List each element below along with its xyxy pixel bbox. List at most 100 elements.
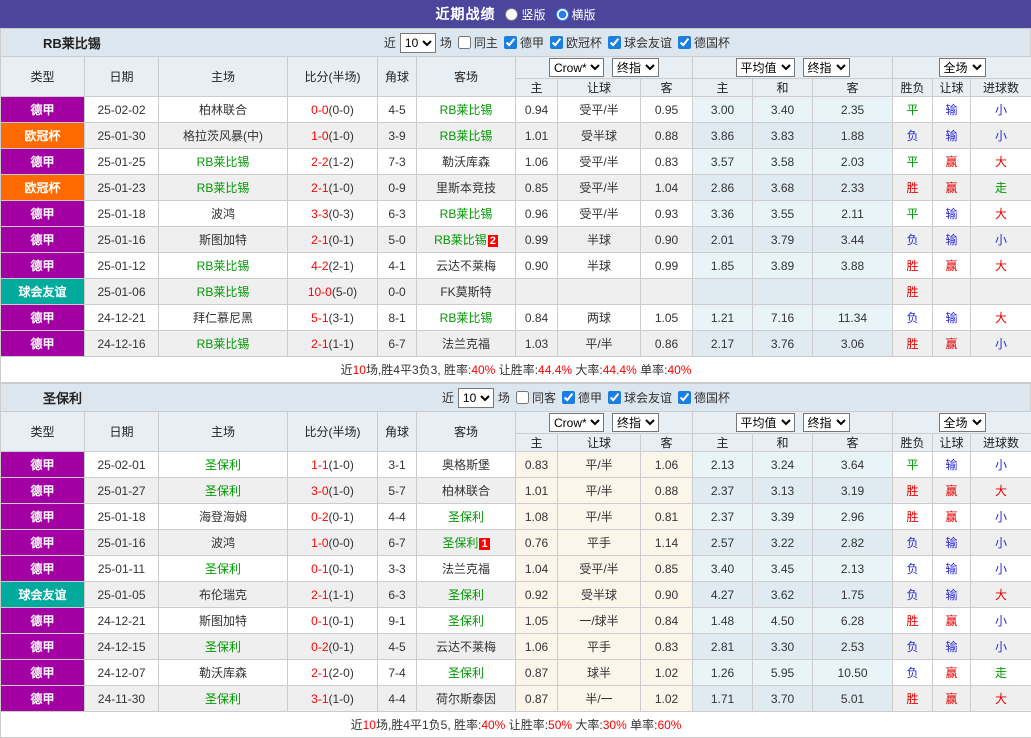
layout-radio-horizontal[interactable] bbox=[556, 8, 569, 21]
avg-draw-odds: 3.55 bbox=[753, 201, 813, 227]
fulltime-score: 2-2 bbox=[311, 155, 328, 169]
same-venue-checkbox[interactable] bbox=[516, 391, 529, 404]
corner-count: 4-4 bbox=[378, 504, 417, 530]
match-row: 德甲25-02-01圣保利1-1(1-0)3-1奥格斯堡0.83平/半1.062… bbox=[1, 452, 1031, 478]
fulltime-score: 2-1 bbox=[311, 233, 328, 247]
result-handicap: 赢 bbox=[933, 331, 971, 357]
avg-draw-odds: 3.13 bbox=[753, 478, 813, 504]
avg-home-odds: 1.71 bbox=[693, 686, 753, 712]
summary-segment: 10 bbox=[353, 363, 366, 377]
column-header: 日期 bbox=[85, 57, 159, 97]
column-header: 主场 bbox=[159, 57, 288, 97]
team-label: 圣保利 bbox=[205, 562, 241, 576]
match-date: 25-01-18 bbox=[85, 504, 159, 530]
avg-home-odds: 1.48 bbox=[693, 608, 753, 634]
score: 10-0(5-0) bbox=[288, 279, 378, 305]
league-filter-checkbox[interactable] bbox=[550, 36, 563, 49]
same-venue-checkbox[interactable] bbox=[458, 36, 471, 49]
average-select[interactable]: 平均值 bbox=[736, 58, 795, 77]
average-stage-select[interactable]: 终指 bbox=[803, 58, 850, 77]
league-filter-checkbox[interactable] bbox=[678, 391, 691, 404]
result-goals: 走 bbox=[971, 175, 1031, 201]
team-label: 波鸿 bbox=[211, 536, 235, 550]
odds-source-select[interactable]: Crow* bbox=[549, 413, 604, 432]
matches-count-select[interactable]: 10 bbox=[400, 33, 436, 53]
crow-home-odds bbox=[516, 279, 558, 305]
avg-draw-odds: 3.83 bbox=[753, 123, 813, 149]
sub-column-header: 让球 bbox=[558, 434, 641, 452]
avg-away-odds: 3.64 bbox=[813, 452, 893, 478]
league-filter-checkbox[interactable] bbox=[608, 391, 621, 404]
result-outcome: 负 bbox=[893, 582, 933, 608]
result-goals: 小 bbox=[971, 556, 1031, 582]
scope-select[interactable]: 全场 bbox=[939, 413, 986, 432]
fulltime-score: 0-2 bbox=[311, 510, 328, 524]
match-date: 25-01-16 bbox=[85, 227, 159, 253]
avg-draw-odds: 3.76 bbox=[753, 331, 813, 357]
avg-away-odds: 2.35 bbox=[813, 97, 893, 123]
scope-select[interactable]: 全场 bbox=[939, 58, 986, 77]
halftime-score: (0-0) bbox=[329, 103, 354, 117]
league-filter-checkbox[interactable] bbox=[678, 36, 691, 49]
team-section: 圣保利近10场同客德甲球会友谊德国杯类型日期主场比分(半场)角球客场Crow*终… bbox=[0, 383, 1031, 738]
result-handicap: 输 bbox=[933, 97, 971, 123]
team-label: 海登海姆 bbox=[199, 510, 247, 524]
avg-home-odds: 2.37 bbox=[693, 504, 753, 530]
score: 2-1(2-0) bbox=[288, 660, 378, 686]
avg-away-odds: 2.82 bbox=[813, 530, 893, 556]
average-stage-select[interactable]: 终指 bbox=[803, 413, 850, 432]
average-select[interactable]: 平均值 bbox=[736, 413, 795, 432]
team-label: RB莱比锡 bbox=[440, 311, 493, 325]
away-team: RB莱比锡 bbox=[417, 123, 516, 149]
match-row: 德甲24-12-21拜仁慕尼黑5-1(3-1)8-1RB莱比锡0.84两球1.0… bbox=[1, 305, 1031, 331]
league-filter-label: 德甲 bbox=[520, 34, 544, 51]
layout-option-horizontal[interactable]: 横版 bbox=[556, 6, 596, 23]
home-team: 圣保利 bbox=[159, 686, 288, 712]
team-label: 里斯本竞技 bbox=[436, 181, 496, 195]
score: 0-2(0-1) bbox=[288, 504, 378, 530]
odds-stage-select[interactable]: 终指 bbox=[612, 413, 659, 432]
score: 2-1(1-1) bbox=[288, 331, 378, 357]
matches-table: 类型日期主场比分(半场)角球客场Crow*终指平均值终指全场主让球客主和客胜负让… bbox=[0, 411, 1031, 738]
match-row: 球会友谊25-01-05布伦瑞克2-1(1-1)6-3圣保利0.92受半球0.9… bbox=[1, 582, 1031, 608]
match-date: 24-12-16 bbox=[85, 331, 159, 357]
odds-stage-select[interactable]: 终指 bbox=[612, 58, 659, 77]
crow-home-odds: 1.08 bbox=[516, 504, 558, 530]
league-badge: 德甲 bbox=[1, 331, 85, 357]
result-goals: 小 bbox=[971, 608, 1031, 634]
crow-away-odds: 0.81 bbox=[641, 504, 693, 530]
sub-column-header: 让球 bbox=[933, 434, 971, 452]
team-label: 勒沃库森 bbox=[199, 666, 247, 680]
avg-away-odds: 2.13 bbox=[813, 556, 893, 582]
match-date: 25-01-12 bbox=[85, 253, 159, 279]
result-goals bbox=[971, 279, 1031, 305]
team-label: RB莱比锡 bbox=[197, 181, 250, 195]
result-handicap: 输 bbox=[933, 201, 971, 227]
halftime-score: (3-1) bbox=[329, 311, 354, 325]
sub-column-header: 客 bbox=[641, 434, 693, 452]
result-goals: 大 bbox=[971, 686, 1031, 712]
result-group-header: 全场 bbox=[893, 57, 1031, 79]
league-filter-checkbox[interactable] bbox=[562, 391, 575, 404]
score: 0-2(0-1) bbox=[288, 634, 378, 660]
result-handicap: 赢 bbox=[933, 504, 971, 530]
result-goals: 大 bbox=[971, 149, 1031, 175]
corner-count: 6-7 bbox=[378, 530, 417, 556]
layout-option-vertical[interactable]: 竖版 bbox=[505, 6, 545, 23]
handicap-line: 受平/半 bbox=[558, 556, 641, 582]
layout-radio-vertical[interactable] bbox=[505, 8, 518, 21]
matches-count-select[interactable]: 10 bbox=[458, 388, 494, 408]
team-name: 圣保利 bbox=[43, 388, 82, 407]
halftime-score: (0-1) bbox=[329, 510, 354, 524]
odds-source-select[interactable]: Crow* bbox=[549, 58, 604, 77]
league-filter-checkbox[interactable] bbox=[608, 36, 621, 49]
crow-home-odds: 0.87 bbox=[516, 660, 558, 686]
league-filter-checkbox[interactable] bbox=[504, 36, 517, 49]
crow-away-odds: 0.88 bbox=[641, 123, 693, 149]
corner-count: 5-7 bbox=[378, 478, 417, 504]
team-section-header: RB莱比锡近10场同主德甲欧冠杯球会友谊德国杯 bbox=[0, 28, 1031, 56]
avg-draw-odds: 3.89 bbox=[753, 253, 813, 279]
corner-count: 6-7 bbox=[378, 331, 417, 357]
crow-away-odds: 1.02 bbox=[641, 686, 693, 712]
handicap-line: 两球 bbox=[558, 305, 641, 331]
